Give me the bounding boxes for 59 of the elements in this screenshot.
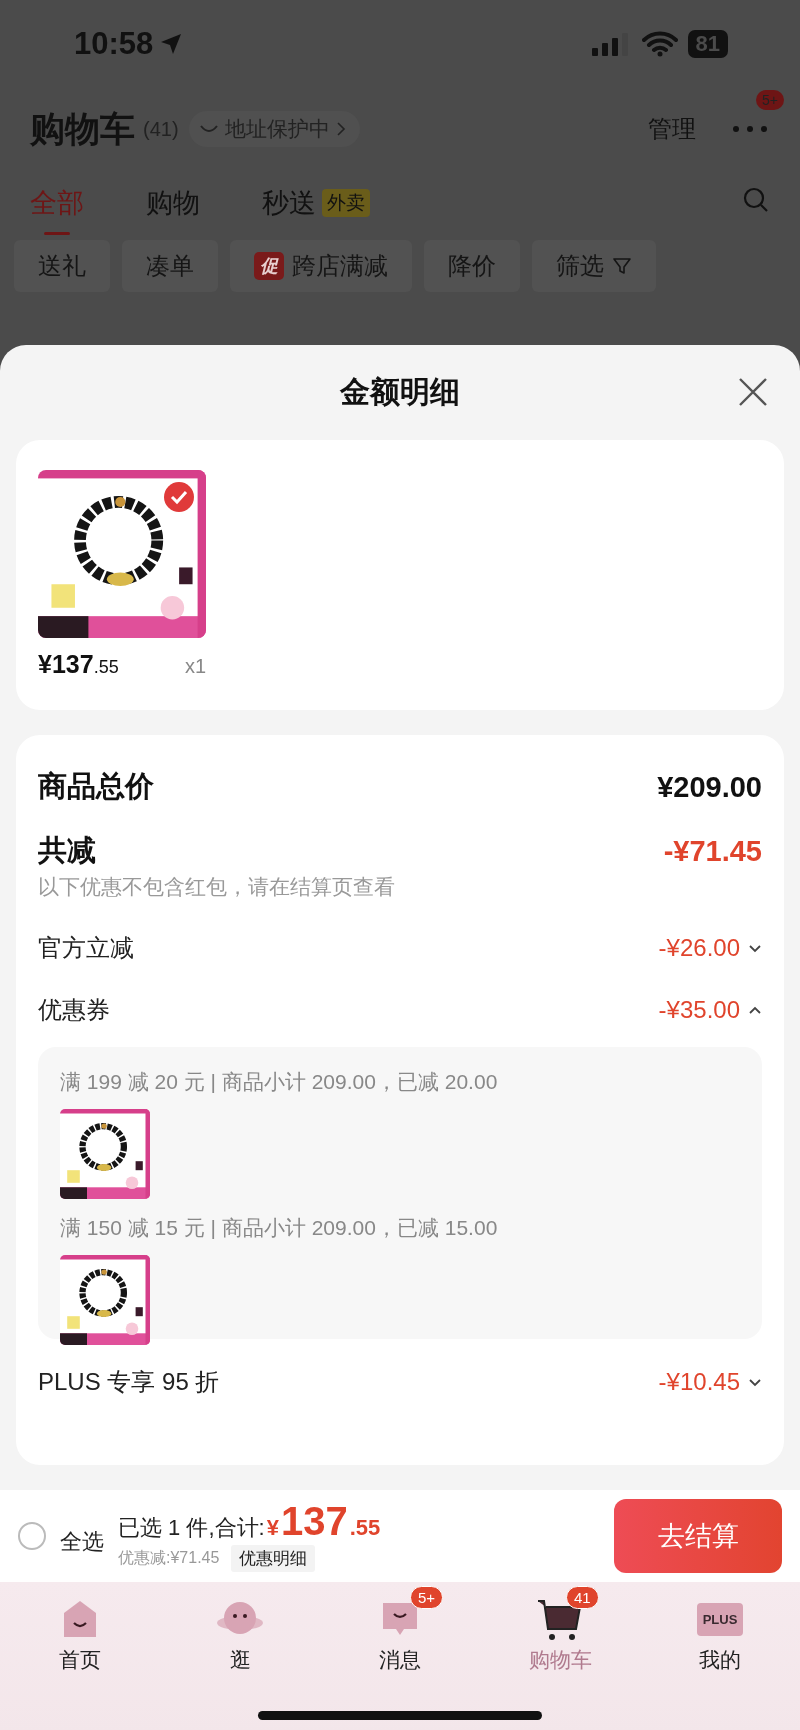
quantity-label: x1 (184, 655, 206, 678)
tab-bar-item[interactable]: 41 购物车 (500, 1584, 620, 1674)
notification-badge: 5+ (756, 90, 784, 110)
tab[interactable]: 购物 (146, 179, 200, 235)
selection-summary: 已选 1 件,合计: (118, 1513, 265, 1542)
discount-label: 官方立减 (38, 933, 134, 963)
chevron-down-icon[interactable] (748, 1377, 762, 1387)
check-badge-icon[interactable] (164, 482, 194, 512)
coupon-rule: 满 199 减 20 元 | 商品小计 209.00，已减 20.00 (60, 1069, 499, 1095)
tab-bar-item[interactable]: 逛 (180, 1584, 300, 1674)
chevron-right-icon (335, 121, 346, 137)
amount-decimal: .55 (349, 1514, 381, 1541)
battery-level: 81 (687, 30, 728, 58)
funnel-icon (612, 256, 632, 276)
discount-label: 优惠券 (38, 995, 110, 1025)
filter-chip[interactable]: 凑单 (122, 240, 218, 292)
discount-detail-button[interactable]: 优惠明细 (231, 1544, 316, 1572)
plus-badge-icon: PLUS (696, 1602, 744, 1636)
total-amount: 137 (280, 1500, 348, 1541)
promo-tag: 促 (254, 252, 284, 280)
location-arrow-icon (159, 32, 184, 56)
total-amount: ¥209.00 (657, 770, 762, 804)
select-all-label: 全选 (60, 1528, 104, 1556)
page-title: 购物车 (30, 107, 135, 150)
filter-chip[interactable]: 降价 (424, 240, 520, 292)
discount-label: PLUS 专享 95 折 (38, 1367, 220, 1397)
count-badge: 5+ (410, 1586, 444, 1609)
filter-chip[interactable]: 促 跨店满减 (230, 240, 412, 292)
chip-label: 筛选 (556, 251, 604, 281)
tab-bar-item[interactable]: 5+ 消息 (340, 1584, 460, 1674)
smile-icon (198, 123, 219, 135)
sheet-title: 金额明细 (340, 374, 460, 410)
tab-bar-item[interactable]: PLUS 我的 (660, 1584, 780, 1674)
count-badge: 41 (566, 1586, 599, 1609)
total-label: 商品总价 (38, 769, 154, 804)
checkout-button[interactable]: 去结算 (614, 1499, 782, 1573)
wifi-icon (641, 31, 678, 57)
discount-amount: -¥10.45 (658, 1368, 740, 1396)
coupon-rule: 满 150 减 15 元 | 商品小计 209.00，已减 15.00 (60, 1215, 499, 1241)
filter-chip[interactable]: 送礼 (14, 240, 110, 292)
discount-total-label: 共减 (38, 833, 96, 868)
clock-time: 10:58 (74, 26, 154, 62)
discount-total-amount: -¥71.45 (663, 834, 762, 868)
chevron-up-icon[interactable] (748, 1005, 762, 1015)
discount-amount: -¥35.00 (658, 996, 740, 1024)
tag-label: 外卖 (322, 189, 370, 217)
tab-bar-item[interactable]: 首页 (20, 1584, 140, 1674)
filter-chip[interactable]: 筛选 (532, 240, 656, 292)
chip-label: 跨店满减 (292, 251, 388, 281)
close-icon[interactable] (738, 377, 768, 407)
discount-note: 以下优惠不包含红包，请在结算页查看 (38, 874, 396, 900)
discount-summary: 优惠减:¥71.45 (118, 1547, 220, 1568)
currency-symbol: ¥ (266, 1514, 279, 1541)
tab[interactable]: 秒送 外卖 (262, 179, 370, 235)
product-price: ¥137.55 (38, 650, 119, 679)
chevron-down-icon[interactable] (748, 943, 762, 953)
select-all-radio[interactable] (18, 1522, 46, 1550)
discount-amount: -¥26.00 (658, 934, 740, 962)
manage-link[interactable]: 管理 (648, 113, 696, 145)
